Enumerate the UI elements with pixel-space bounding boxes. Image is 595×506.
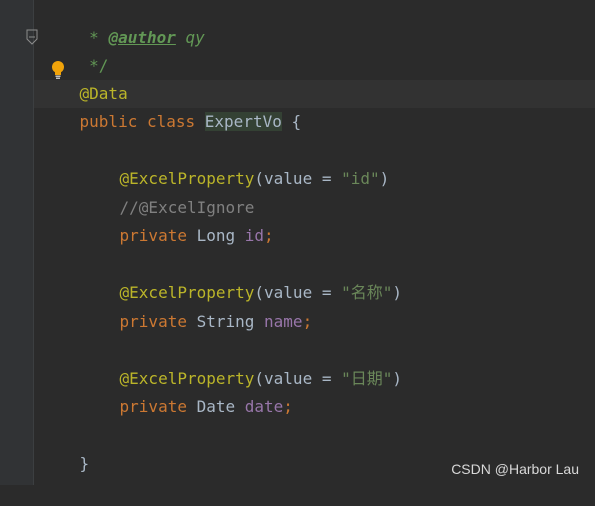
code-line-14[interactable]: private Date date; — [81, 365, 293, 416]
type-name: Long — [186, 226, 245, 245]
csdn-watermark: CSDN @Harbor Lau — [451, 461, 579, 477]
editor-gutter[interactable] — [0, 0, 33, 485]
code-line-6[interactable]: @ExcelProperty(value = "id") — [81, 137, 390, 188]
string-literal: "名称" — [341, 283, 393, 302]
keyword-private: private — [119, 312, 187, 331]
param-name: value — [264, 169, 313, 188]
code-line-10[interactable]: @ExcelProperty(value = "名称") — [81, 251, 403, 302]
javadoc-author-value: qy — [175, 28, 205, 47]
code-line-8[interactable]: private Long id; — [81, 194, 274, 245]
type-name: Date — [186, 397, 245, 416]
keyword-private: private — [119, 226, 187, 245]
code-line-4[interactable]: public class ExpertVo { — [41, 80, 301, 131]
code-line-13[interactable]: @ExcelProperty(value = "日期") — [81, 337, 403, 388]
field-name: date — [244, 397, 284, 416]
keyword-private: private — [119, 397, 187, 416]
close-brace: } — [79, 454, 90, 473]
code-line-1[interactable]: * @author qy — [41, 0, 205, 47]
javadoc-author-tag: @author — [108, 28, 176, 47]
field-name: id — [244, 226, 265, 245]
string-literal: "id" — [341, 169, 380, 188]
string-literal: "日期" — [341, 369, 393, 388]
code-line-16[interactable]: } — [41, 422, 90, 473]
class-name: ExpertVo — [204, 112, 282, 131]
open-brace: { — [281, 112, 302, 131]
keyword-public: public — [79, 112, 138, 131]
code-line-2[interactable]: */ — [41, 24, 108, 75]
gutter-divider — [33, 0, 34, 485]
code-line-7[interactable]: //@ExcelIgnore — [81, 166, 255, 217]
code-line-11[interactable]: private String name; — [81, 280, 313, 331]
keyword-class: class — [146, 112, 196, 131]
fold-end-icon[interactable] — [26, 29, 38, 45]
field-name: name — [264, 312, 303, 331]
lightbulb-icon[interactable] — [51, 60, 65, 80]
type-name: String — [186, 312, 265, 331]
